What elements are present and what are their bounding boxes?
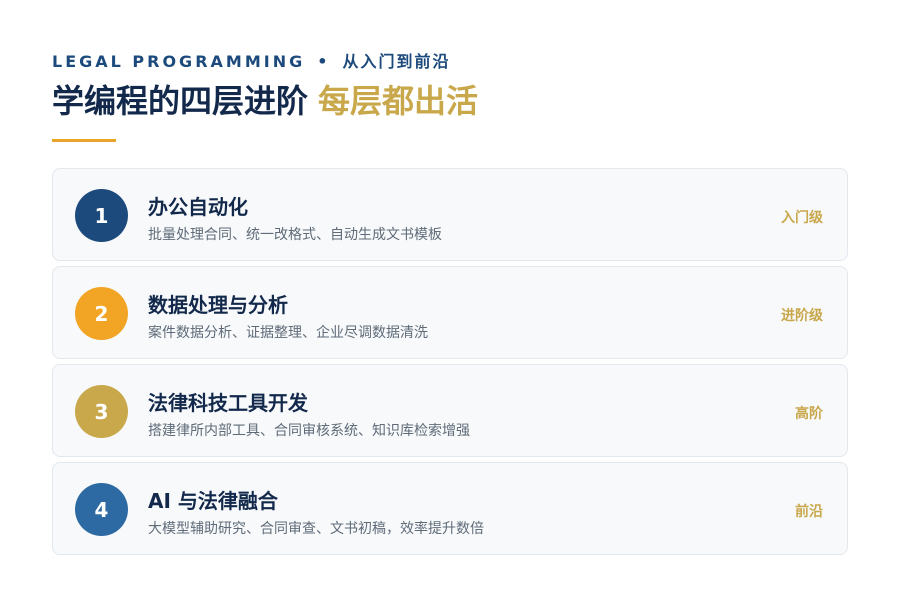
level-description: 搭建律所内部工具、合同审核系统、知识库检索增强: [148, 423, 470, 439]
level-tag: 进阶级: [781, 308, 823, 324]
level-name: AI 与法律融合: [148, 489, 278, 513]
level-tag: 高阶: [795, 406, 823, 422]
title-underline: [52, 139, 116, 142]
level-description: 案件数据分析、证据整理、企业尽调数据清洗: [148, 325, 428, 341]
eyebrow-english: LEGAL PROGRAMMING: [52, 52, 306, 71]
eyebrow-chinese: 从入门到前沿: [342, 52, 451, 71]
eyebrow: LEGAL PROGRAMMING • 从入门到前沿: [52, 48, 450, 72]
title-main: 学编程的四层进阶: [52, 82, 309, 120]
level-tag: 前沿: [795, 504, 823, 520]
level-card-2: 2 数据处理与分析 案件数据分析、证据整理、企业尽调数据清洗 进阶级: [52, 266, 848, 359]
level-description: 批量处理合同、统一改格式、自动生成文书模板: [148, 227, 442, 243]
eyebrow-separator: •: [317, 52, 331, 71]
level-name: 法律科技工具开发: [148, 391, 308, 415]
level-card-3: 3 法律科技工具开发 搭建律所内部工具、合同审核系统、知识库检索增强 高阶: [52, 364, 848, 457]
title-accent: 每层都出活: [318, 82, 479, 120]
level-name: 办公自动化: [148, 195, 248, 219]
level-number-badge: 3: [75, 385, 128, 438]
level-name: 数据处理与分析: [148, 293, 288, 317]
level-list: 1 办公自动化 批量处理合同、统一改格式、自动生成文书模板 入门级 2 数据处理…: [52, 168, 848, 560]
page-title: 学编程的四层进阶 每层都出活: [52, 80, 478, 122]
level-card-1: 1 办公自动化 批量处理合同、统一改格式、自动生成文书模板 入门级: [52, 168, 848, 261]
level-card-4: 4 AI 与法律融合 大模型辅助研究、合同审查、文书初稿，效率提升数倍 前沿: [52, 462, 848, 555]
slide: LEGAL PROGRAMMING • 从入门到前沿 学编程的四层进阶 每层都出活 1…: [0, 0, 900, 600]
level-description: 大模型辅助研究、合同审查、文书初稿，效率提升数倍: [148, 521, 484, 537]
level-number-badge: 4: [75, 483, 128, 536]
level-number-badge: 1: [75, 189, 128, 242]
level-number-badge: 2: [75, 287, 128, 340]
level-tag: 入门级: [781, 210, 823, 226]
